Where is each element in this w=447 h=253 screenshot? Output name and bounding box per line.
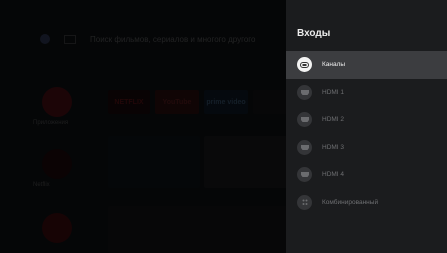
input-item-channels[interactable]: Каналы (286, 51, 447, 79)
hdmi-icon (297, 112, 312, 128)
input-item-label: HDMI 3 (322, 143, 345, 151)
hdmi-icon (297, 139, 312, 155)
hdmi-icon (297, 167, 312, 183)
input-item-label: Комбинированный (322, 198, 379, 206)
input-item-hdmi-2[interactable]: HDMI 2 (286, 106, 447, 134)
input-item-hdmi-4[interactable]: HDMI 4 (286, 161, 447, 189)
input-item-hdmi-1[interactable]: HDMI 1 (286, 79, 447, 107)
input-item-composite[interactable]: Комбинированный (286, 189, 447, 217)
input-item-hdmi-3[interactable]: HDMI 3 (286, 134, 447, 162)
input-item-label: Каналы (322, 61, 346, 69)
tv-antenna-icon (297, 57, 312, 73)
inputs-list: Каналы HDMI 1 HDMI 2 HDMI 3 HDMI 4 Комби… (286, 51, 447, 216)
input-item-label: HDMI 1 (322, 88, 345, 96)
background-dim-overlay (0, 0, 286, 253)
inputs-panel: Входы Каналы HDMI 1 HDMI 2 HDMI 3 HDMI 4… (286, 0, 447, 253)
hdmi-icon (297, 84, 312, 100)
input-item-label: HDMI 4 (322, 171, 345, 179)
panel-title: Входы (297, 28, 331, 39)
tv-screen: Поиск фильмов, сериалов и многого другог… (0, 0, 447, 253)
composite-icon (297, 194, 312, 210)
input-item-label: HDMI 2 (322, 116, 345, 124)
